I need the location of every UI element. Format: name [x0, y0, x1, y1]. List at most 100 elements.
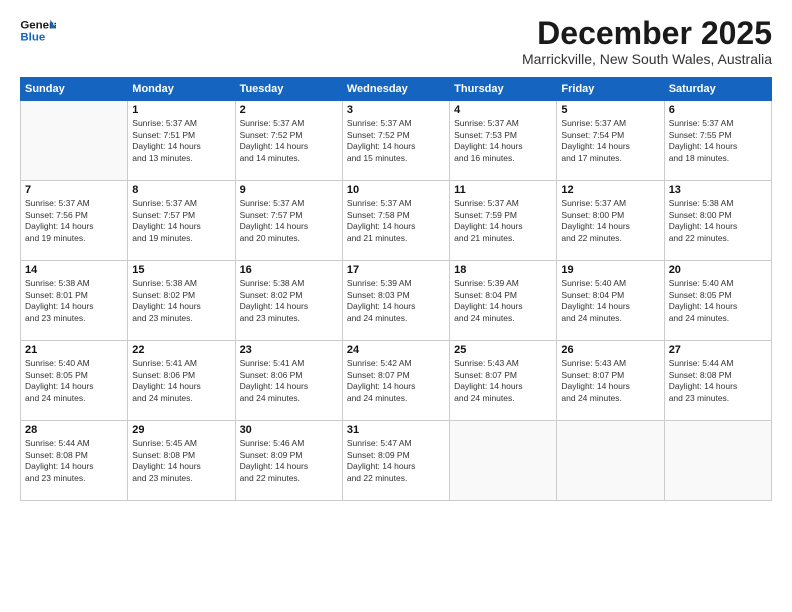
- day-number: 27: [669, 344, 767, 356]
- cell-info: Sunrise: 5:41 AM Sunset: 8:06 PM Dayligh…: [240, 358, 338, 404]
- calendar-cell: [450, 421, 557, 501]
- calendar-cell: 15Sunrise: 5:38 AM Sunset: 8:02 PM Dayli…: [128, 261, 235, 341]
- calendar-cell: 17 Sunrise: 5:39 AM Sunset: 8:03 PM Dayli…: [342, 261, 449, 341]
- calendar-cell: 7 Sunrise: 5:37 AM Sunset: 7:56 PM Daylig…: [21, 181, 128, 261]
- calendar-cell: 20 Sunrise: 5:40 AM Sunset: 8:05 PM Dayli…: [664, 261, 771, 341]
- col-header-wednesday: Wednesday: [342, 78, 449, 101]
- cell-info: Sunrise: 5:40 AM Sunset: 8:05 PM Dayligh…: [25, 358, 123, 404]
- cell-info: Sunrise: 5:46 AM Sunset: 8:09 PM Dayligh…: [240, 438, 338, 484]
- cell-info: Sunrise: 5:39 AM Sunset: 8:03 PM Dayligh…: [347, 278, 445, 324]
- calendar-cell: 3Sunrise: 5:37 AM Sunset: 7:52 PM Daylig…: [342, 101, 449, 181]
- calendar-cell: 14 Sunrise: 5:38 AM Sunset: 8:01 PM Dayli…: [21, 261, 128, 341]
- calendar-cell: 4 Sunrise: 5:37 AM Sunset: 7:53 PM Daylig…: [450, 101, 557, 181]
- cell-info: Sunrise: 5:42 AM Sunset: 8:07 PM Dayligh…: [347, 358, 445, 404]
- day-number: 1: [132, 104, 230, 116]
- calendar-cell: 30 Sunrise: 5:46 AM Sunset: 8:09 PM Dayli…: [235, 421, 342, 501]
- day-number: 10: [347, 184, 445, 196]
- day-number: 28: [25, 424, 123, 436]
- cell-info: Sunrise: 5:45 AM Sunset: 8:08 PM Dayligh…: [132, 438, 230, 484]
- day-number: 19: [561, 264, 659, 276]
- logo: General Blue: [20, 16, 56, 46]
- page-header: General Blue December 2025 Marrickville,…: [20, 16, 772, 67]
- day-number: 30: [240, 424, 338, 436]
- cell-info: Sunrise: 5:37 AM Sunset: 7:57 PM Dayligh…: [240, 198, 338, 244]
- day-number: 29: [132, 424, 230, 436]
- cell-info: Sunrise: 5:47 AM Sunset: 8:09 PM Dayligh…: [347, 438, 445, 484]
- calendar-cell: 21Sunrise: 5:40 AM Sunset: 8:05 PM Dayli…: [21, 341, 128, 421]
- week-row-2: 14 Sunrise: 5:38 AM Sunset: 8:01 PM Dayli…: [21, 261, 772, 341]
- cell-info: Sunrise: 5:37 AM Sunset: 7:57 PM Dayligh…: [132, 198, 230, 244]
- calendar-cell: 12 Sunrise: 5:37 AM Sunset: 8:00 PM Dayli…: [557, 181, 664, 261]
- day-number: 12: [561, 184, 659, 196]
- calendar-cell: 19Sunrise: 5:40 AM Sunset: 8:04 PM Dayli…: [557, 261, 664, 341]
- week-row-3: 21Sunrise: 5:40 AM Sunset: 8:05 PM Dayli…: [21, 341, 772, 421]
- cell-info: Sunrise: 5:43 AM Sunset: 8:07 PM Dayligh…: [561, 358, 659, 404]
- day-number: 23: [240, 344, 338, 356]
- day-number: 13: [669, 184, 767, 196]
- calendar-cell: 13Sunrise: 5:38 AM Sunset: 8:00 PM Dayli…: [664, 181, 771, 261]
- calendar-cell: 29 Sunrise: 5:45 AM Sunset: 8:08 PM Dayli…: [128, 421, 235, 501]
- week-row-0: 1Sunrise: 5:37 AM Sunset: 7:51 PM Daylig…: [21, 101, 772, 181]
- day-number: 2: [240, 104, 338, 116]
- col-header-friday: Friday: [557, 78, 664, 101]
- title-area: December 2025 Marrickville, New South Wa…: [522, 16, 772, 67]
- cell-info: Sunrise: 5:43 AM Sunset: 8:07 PM Dayligh…: [454, 358, 552, 404]
- day-number: 22: [132, 344, 230, 356]
- day-number: 16: [240, 264, 338, 276]
- calendar-cell: 26Sunrise: 5:43 AM Sunset: 8:07 PM Dayli…: [557, 341, 664, 421]
- day-number: 4: [454, 104, 552, 116]
- day-number: 5: [561, 104, 659, 116]
- calendar-cell: 11 Sunrise: 5:37 AM Sunset: 7:59 PM Dayli…: [450, 181, 557, 261]
- calendar-cell: 9 Sunrise: 5:37 AM Sunset: 7:57 PM Daylig…: [235, 181, 342, 261]
- cell-info: Sunrise: 5:38 AM Sunset: 8:01 PM Dayligh…: [25, 278, 123, 324]
- calendar-cell: 24 Sunrise: 5:42 AM Sunset: 8:07 PM Dayli…: [342, 341, 449, 421]
- cell-info: Sunrise: 5:40 AM Sunset: 8:05 PM Dayligh…: [669, 278, 767, 324]
- calendar-cell: 23 Sunrise: 5:41 AM Sunset: 8:06 PM Dayli…: [235, 341, 342, 421]
- svg-text:Blue: Blue: [20, 32, 45, 44]
- cell-info: Sunrise: 5:37 AM Sunset: 7:53 PM Dayligh…: [454, 118, 552, 164]
- cell-info: Sunrise: 5:37 AM Sunset: 7:56 PM Dayligh…: [25, 198, 123, 244]
- calendar-cell: 1Sunrise: 5:37 AM Sunset: 7:51 PM Daylig…: [128, 101, 235, 181]
- calendar-cell: 28 Sunrise: 5:44 AM Sunset: 8:08 PM Dayli…: [21, 421, 128, 501]
- calendar-cell: 25 Sunrise: 5:43 AM Sunset: 8:07 PM Dayli…: [450, 341, 557, 421]
- calendar-cell: [557, 421, 664, 501]
- day-number: 9: [240, 184, 338, 196]
- week-row-1: 7 Sunrise: 5:37 AM Sunset: 7:56 PM Daylig…: [21, 181, 772, 261]
- calendar-cell: [664, 421, 771, 501]
- day-number: 14: [25, 264, 123, 276]
- calendar-cell: 18 Sunrise: 5:39 AM Sunset: 8:04 PM Dayli…: [450, 261, 557, 341]
- col-header-tuesday: Tuesday: [235, 78, 342, 101]
- calendar-cell: 6Sunrise: 5:37 AM Sunset: 7:55 PM Daylig…: [664, 101, 771, 181]
- day-number: 7: [25, 184, 123, 196]
- col-header-sunday: Sunday: [21, 78, 128, 101]
- day-number: 11: [454, 184, 552, 196]
- calendar-cell: 27Sunrise: 5:44 AM Sunset: 8:08 PM Dayli…: [664, 341, 771, 421]
- day-number: 20: [669, 264, 767, 276]
- cell-info: Sunrise: 5:37 AM Sunset: 7:59 PM Dayligh…: [454, 198, 552, 244]
- day-number: 8: [132, 184, 230, 196]
- day-number: 18: [454, 264, 552, 276]
- calendar-cell: 16 Sunrise: 5:38 AM Sunset: 8:02 PM Dayli…: [235, 261, 342, 341]
- cell-info: Sunrise: 5:37 AM Sunset: 8:00 PM Dayligh…: [561, 198, 659, 244]
- day-number: 25: [454, 344, 552, 356]
- month-title: December 2025: [522, 16, 772, 51]
- calendar-cell: 2Sunrise: 5:37 AM Sunset: 7:52 PM Daylig…: [235, 101, 342, 181]
- day-number: 6: [669, 104, 767, 116]
- cell-info: Sunrise: 5:37 AM Sunset: 7:54 PM Dayligh…: [561, 118, 659, 164]
- cell-info: Sunrise: 5:44 AM Sunset: 8:08 PM Dayligh…: [25, 438, 123, 484]
- calendar-cell: 10Sunrise: 5:37 AM Sunset: 7:58 PM Dayli…: [342, 181, 449, 261]
- day-number: 15: [132, 264, 230, 276]
- logo-icon: General Blue: [20, 16, 56, 46]
- day-number: 31: [347, 424, 445, 436]
- day-number: 17: [347, 264, 445, 276]
- cell-info: Sunrise: 5:38 AM Sunset: 8:02 PM Dayligh…: [240, 278, 338, 324]
- calendar-cell: 31 Sunrise: 5:47 AM Sunset: 8:09 PM Dayli…: [342, 421, 449, 501]
- cell-info: Sunrise: 5:41 AM Sunset: 8:06 PM Dayligh…: [132, 358, 230, 404]
- day-number: 3: [347, 104, 445, 116]
- day-number: 24: [347, 344, 445, 356]
- cell-info: Sunrise: 5:39 AM Sunset: 8:04 PM Dayligh…: [454, 278, 552, 324]
- calendar-cell: 8 Sunrise: 5:37 AM Sunset: 7:57 PM Daylig…: [128, 181, 235, 261]
- calendar-table: SundayMondayTuesdayWednesdayThursdayFrid…: [20, 77, 772, 501]
- calendar-cell: [21, 101, 128, 181]
- calendar-header-row: SundayMondayTuesdayWednesdayThursdayFrid…: [21, 78, 772, 101]
